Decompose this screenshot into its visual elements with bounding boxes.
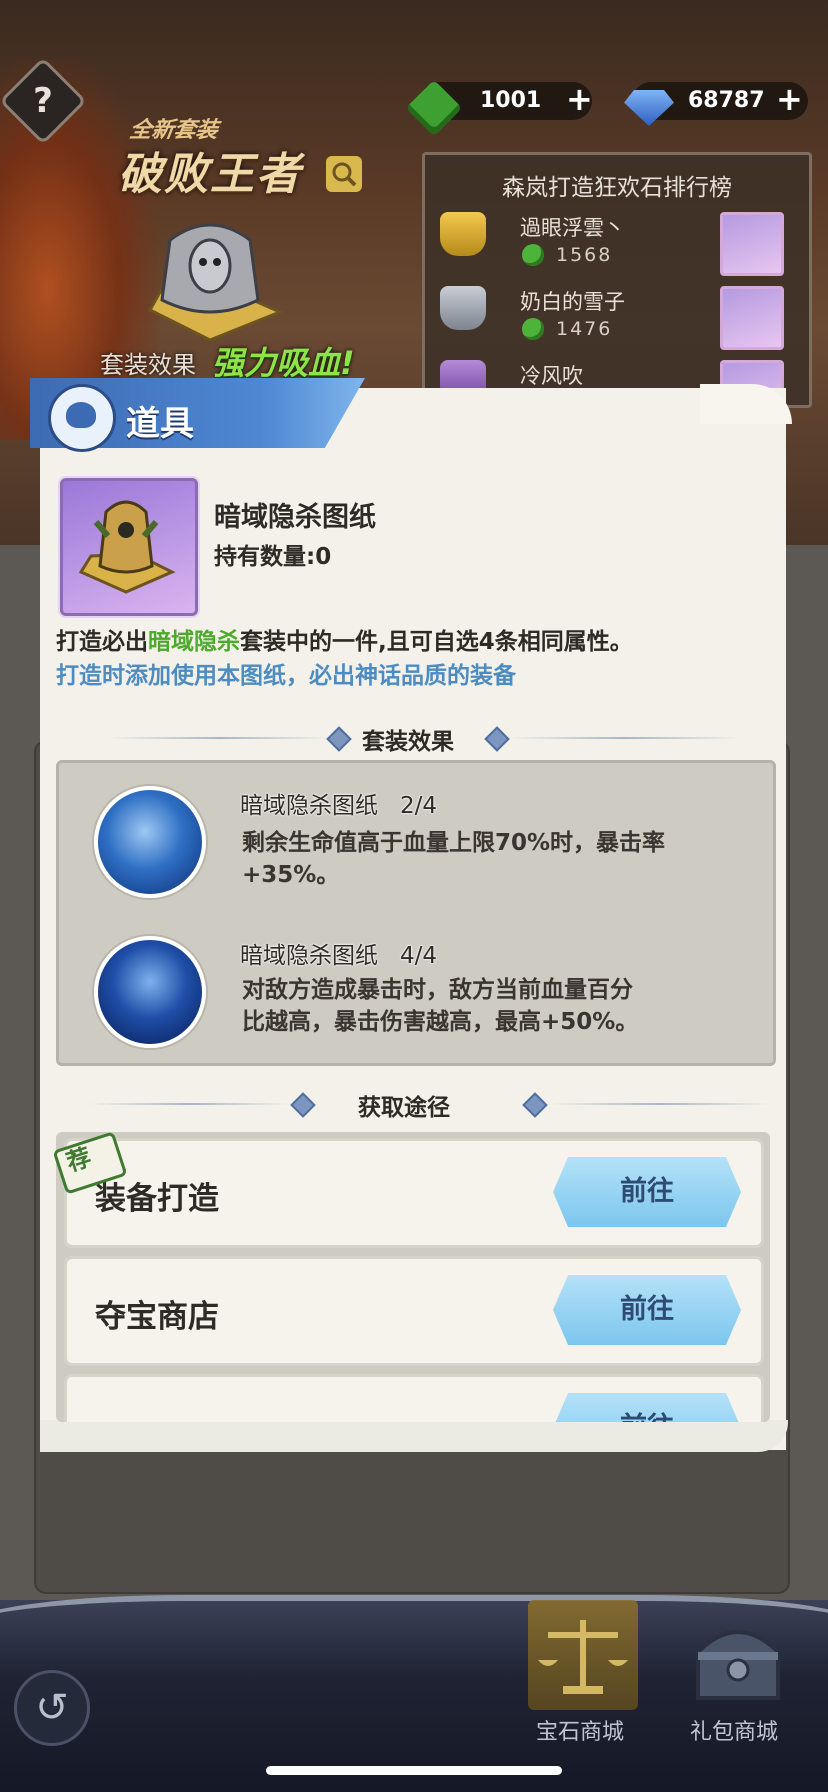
item-name: 暗域隐杀图纸 xyxy=(214,502,376,533)
go-button-label[interactable]: 前往 xyxy=(553,1157,741,1227)
description-suffix: 套装中的一件,且可自选4条相同属性。 xyxy=(240,629,633,655)
tab-gift-shop[interactable]: 礼包商城 xyxy=(690,1714,778,1746)
effect-count: 4/4 xyxy=(399,943,437,969)
silver-trophy-icon xyxy=(440,286,486,330)
quantity-value: 0 xyxy=(315,544,332,570)
divider-line xyxy=(550,1103,770,1105)
item-quantity: 持有数量:0 xyxy=(214,537,331,571)
green-gem-icon xyxy=(522,318,544,340)
back-arrow-icon[interactable]: ↺ xyxy=(14,1670,90,1746)
gold-trophy-icon xyxy=(440,212,486,256)
skill-icon-4pc xyxy=(94,936,206,1048)
divider-line xyxy=(90,1103,290,1105)
effect-2pc-line2: +35%。 xyxy=(242,862,340,888)
go-button-label[interactable]: 前往 xyxy=(553,1275,741,1345)
effect-4pc-line2: 比越高，暴击伤害越高，最高+50%。 xyxy=(242,1009,639,1035)
description-prefix: 打造必出 xyxy=(56,629,148,655)
description-hint: 打造时添加使用本图纸，必出神话品质的装备 xyxy=(56,663,516,689)
set-effects-header: 套装效果 xyxy=(362,729,454,755)
skill-icon-2pc xyxy=(94,786,206,898)
item-description: 打造必出暗域隐杀套装中的一件,且可自选4条相同属性。 xyxy=(56,622,633,656)
acquire-header: 获取途径 xyxy=(358,1095,450,1121)
effect-name: 暗域隐杀图纸 xyxy=(240,943,378,969)
promo-effect-label: 套装效果 xyxy=(100,351,196,379)
diamond-count: 68787 xyxy=(688,88,765,113)
list-item[interactable]: 前往 xyxy=(64,1374,764,1422)
scale-icon[interactable] xyxy=(528,1600,638,1710)
rank-1-reward-thumb[interactable] xyxy=(720,212,784,276)
list-item[interactable]: 装备打造 前往 xyxy=(64,1138,764,1248)
chest-icon[interactable] xyxy=(690,1612,786,1704)
green-gem-icon xyxy=(522,244,544,266)
bag-icon-shape xyxy=(66,402,96,428)
rank-3-name: 冷风吹 xyxy=(520,364,583,388)
description-highlight: 暗域隐杀 xyxy=(148,629,240,655)
gem-count: 1001 xyxy=(480,88,542,113)
add-gems-button[interactable]: + xyxy=(566,80,593,118)
acquire-name: 夺宝商店 xyxy=(95,1299,219,1335)
tab-gem-shop[interactable]: 宝石商城 xyxy=(536,1714,624,1746)
acquire-list[interactable]: 装备打造 前往 夺宝商店 前往 前往 xyxy=(56,1132,770,1422)
effect-count: 2/4 xyxy=(399,793,437,819)
help-icon[interactable]: ? xyxy=(12,70,74,132)
divider-line xyxy=(510,737,740,739)
modal-title: 道具 xyxy=(126,404,194,444)
effect-name: 暗域隐杀图纸 xyxy=(240,793,378,819)
rank-1-name: 過眼浮雲丶 xyxy=(520,216,625,240)
effect-2pc-line1: 剩余生命值高于血量上限70%时，暴击率 xyxy=(242,830,666,856)
armor-set-image xyxy=(130,200,290,350)
magnify-icon[interactable] xyxy=(326,156,362,192)
promo-effect-value: 强力吸血! xyxy=(212,344,355,382)
rank-2-name: 奶白的雪子 xyxy=(520,290,625,314)
acquire-name: 装备打造 xyxy=(95,1181,219,1217)
quantity-label: 持有数量: xyxy=(214,544,316,570)
modal-footer-edge xyxy=(40,1420,788,1452)
add-diamonds-button[interactable]: + xyxy=(776,80,803,118)
ranking-title: 森岚打造狂欢石排行榜 xyxy=(502,175,732,201)
rank-2-reward-thumb[interactable] xyxy=(720,286,784,350)
home-indicator[interactable] xyxy=(266,1766,562,1775)
go-button-label[interactable]: 前往 xyxy=(553,1393,741,1422)
effect-2pc-title: 暗域隐杀图纸 2/4 xyxy=(240,786,437,820)
divider-line xyxy=(110,737,330,739)
effect-4pc-line1: 对敌方造成暴击时，敌方当前血量百分 xyxy=(242,977,633,1003)
blueprint-icon xyxy=(76,492,176,596)
rank-2-score: 1476 xyxy=(556,318,613,340)
list-item[interactable]: 夺宝商店 前往 xyxy=(64,1256,764,1366)
effect-4pc-title: 暗域隐杀图纸 4/4 xyxy=(240,936,437,970)
promo-title: 破败王者 xyxy=(118,149,302,200)
rank-1-score: 1568 xyxy=(556,244,613,266)
